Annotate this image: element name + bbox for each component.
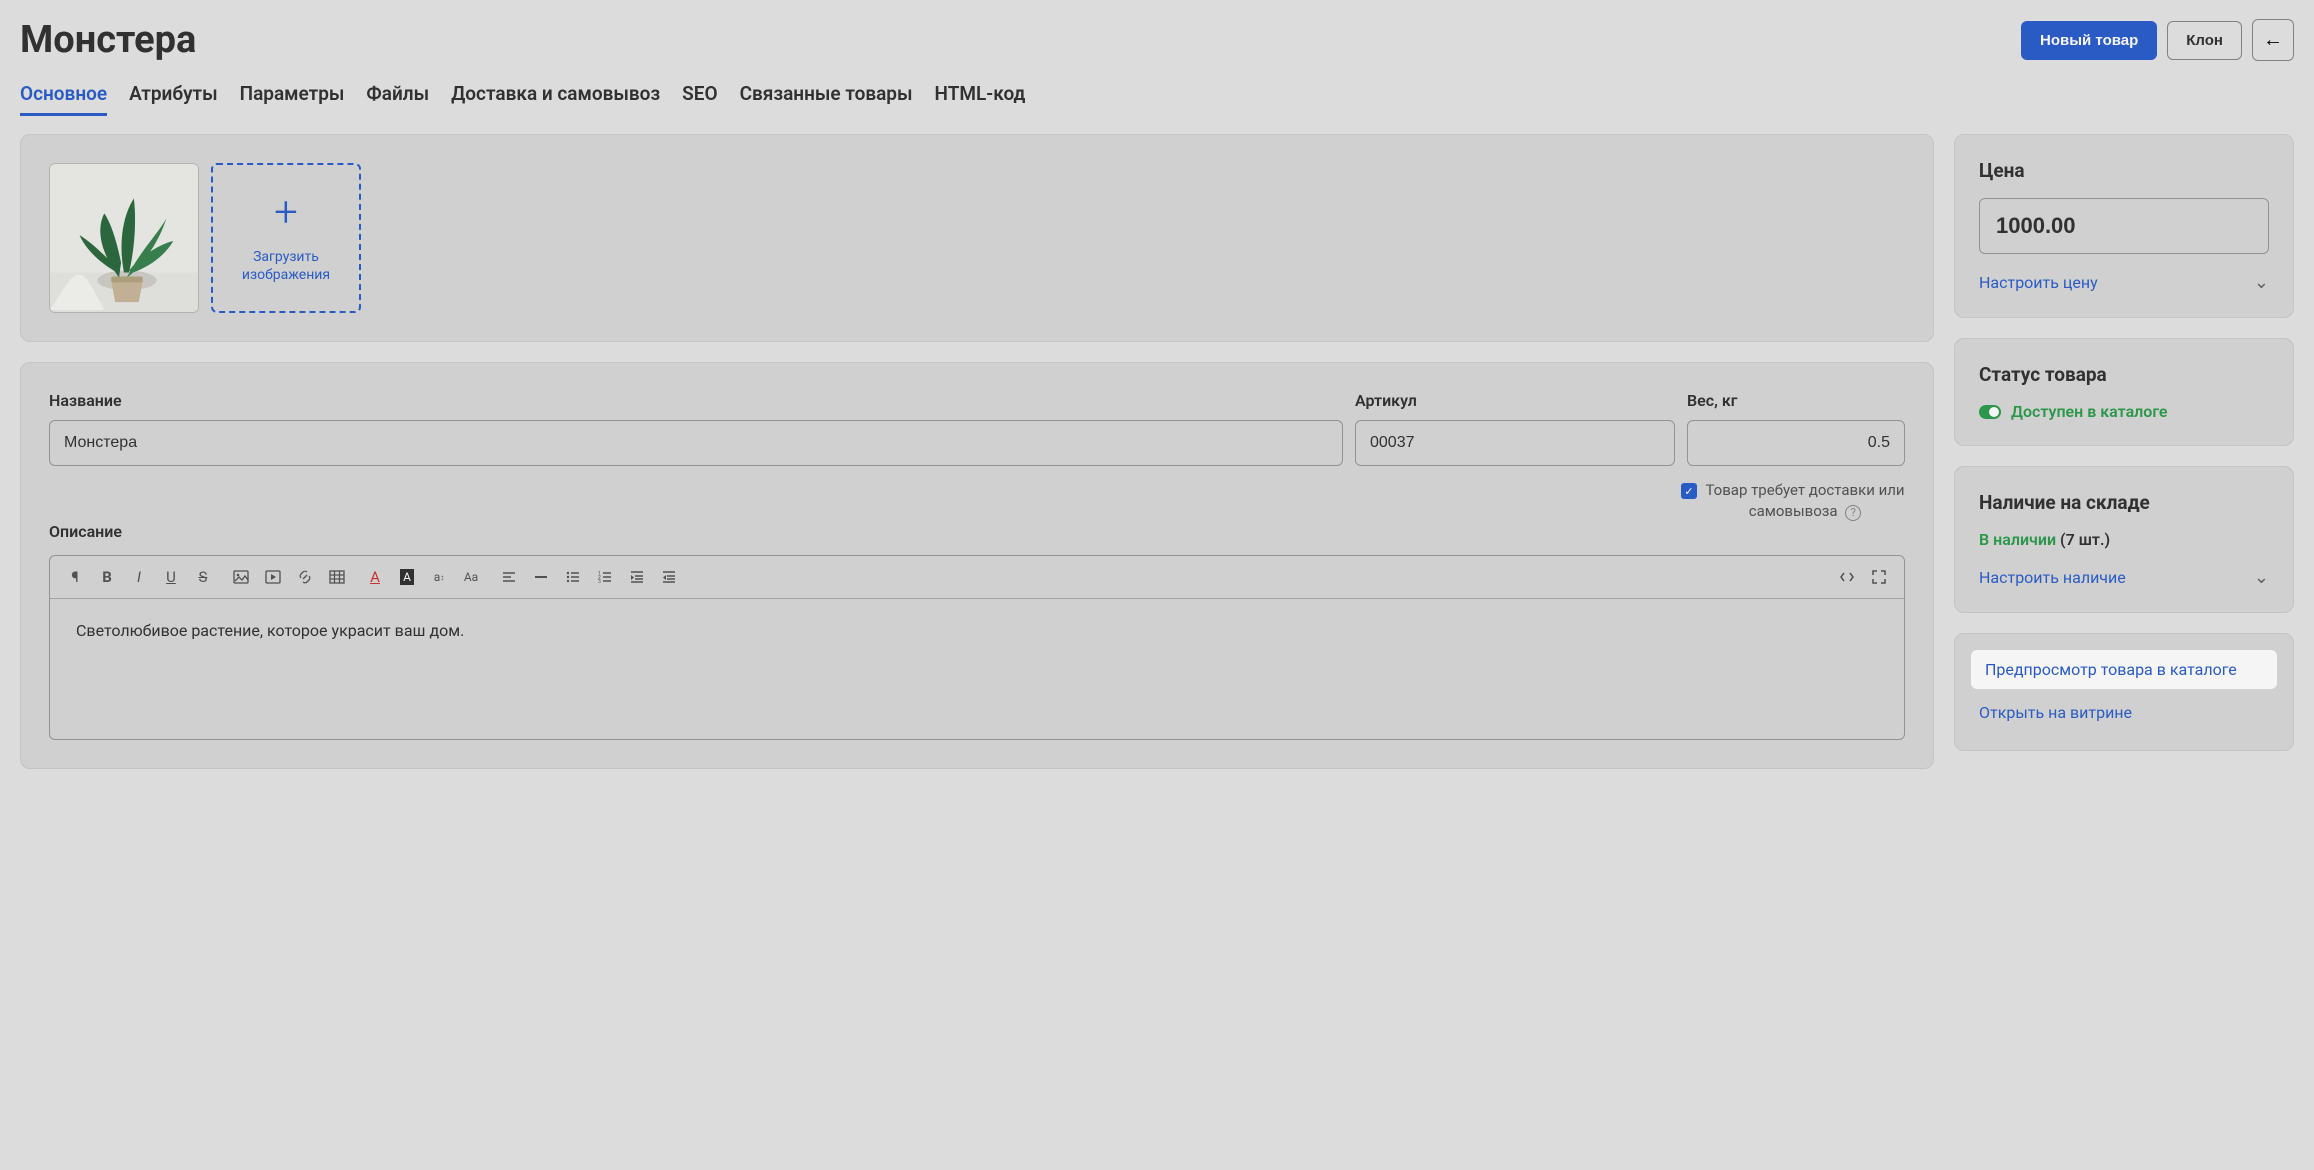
help-icon[interactable]: ? bbox=[1845, 505, 1861, 521]
bold-icon[interactable]: B bbox=[96, 566, 118, 588]
paragraph-icon[interactable]: ¶ bbox=[64, 566, 86, 588]
stock-title: Наличие на складе bbox=[1979, 491, 2269, 514]
check-icon: ✓ bbox=[1684, 485, 1693, 498]
chevron-down-icon: ⌄ bbox=[2254, 272, 2269, 293]
indent-icon[interactable] bbox=[626, 566, 648, 588]
preview-card: Предпросмотр товара в каталоге Открыть н… bbox=[1954, 633, 2294, 751]
editor-toolbar: ¶ B I U S bbox=[50, 556, 1904, 599]
back-button[interactable]: ← bbox=[2252, 19, 2294, 61]
status-title: Статус товара bbox=[1979, 363, 2269, 386]
outdent-icon[interactable] bbox=[658, 566, 680, 588]
preview-catalog-link[interactable]: Предпросмотр товара в каталоге bbox=[1971, 650, 2277, 689]
status-label: Доступен в каталоге bbox=[2011, 402, 2168, 421]
upload-image-button[interactable]: + Загрузить изображения bbox=[211, 163, 361, 313]
background-color-icon[interactable]: A bbox=[396, 566, 418, 588]
image-icon[interactable] bbox=[230, 566, 252, 588]
tab-main[interactable]: Основное bbox=[20, 82, 107, 116]
open-storefront-link[interactable]: Открыть на витрине bbox=[1979, 695, 2269, 730]
italic-icon[interactable]: I bbox=[128, 566, 150, 588]
tab-files[interactable]: Файлы bbox=[366, 82, 429, 116]
strikethrough-icon[interactable]: S bbox=[192, 566, 214, 588]
name-label: Название bbox=[49, 391, 1343, 410]
header-actions: Новый товар Клон ← bbox=[2021, 19, 2294, 61]
images-card: + Загрузить изображения bbox=[20, 134, 1934, 342]
text-color-icon[interactable]: A bbox=[364, 566, 386, 588]
weight-label: Вес, кг bbox=[1687, 391, 1905, 410]
table-icon[interactable] bbox=[326, 566, 348, 588]
clone-button[interactable]: Клон bbox=[2167, 21, 2242, 60]
fields-card: Название Артикул Вес, кг ✓ bbox=[20, 362, 1934, 769]
price-card: Цена ₽ Настроить цену ⌄ bbox=[1954, 134, 2294, 318]
font-size-icon[interactable]: a↕ bbox=[428, 566, 450, 588]
video-icon[interactable] bbox=[262, 566, 284, 588]
sku-label: Артикул bbox=[1355, 391, 1675, 410]
price-title: Цена bbox=[1979, 159, 2269, 182]
description-textarea[interactable]: Светолюбивое растение, которое украсит в… bbox=[50, 599, 1904, 739]
tab-parameters[interactable]: Параметры bbox=[240, 82, 345, 116]
configure-price-link[interactable]: Настроить цену ⌄ bbox=[1979, 272, 2269, 293]
link-icon[interactable] bbox=[294, 566, 316, 588]
requires-delivery-label: Товар требует доставки или самовывоза ? bbox=[1705, 480, 1905, 522]
code-view-icon[interactable] bbox=[1836, 566, 1858, 588]
tabs: Основное Атрибуты Параметры Файлы Достав… bbox=[20, 82, 2294, 116]
description-label: Описание bbox=[49, 522, 1905, 541]
name-input[interactable] bbox=[49, 420, 1343, 466]
chevron-down-icon: ⌄ bbox=[2254, 567, 2269, 588]
product-image-thumbnail[interactable] bbox=[49, 163, 199, 313]
page-title: Монстера bbox=[20, 18, 196, 62]
arrow-left-icon: ← bbox=[2263, 29, 2283, 52]
description-editor: ¶ B I U S bbox=[49, 555, 1905, 740]
status-card: Статус товара Доступен в каталоге bbox=[1954, 338, 2294, 446]
requires-delivery-checkbox[interactable]: ✓ bbox=[1681, 483, 1697, 499]
ordered-list-icon[interactable]: 123 bbox=[594, 566, 616, 588]
tab-html[interactable]: HTML-код bbox=[935, 82, 1026, 116]
sku-input[interactable] bbox=[1355, 420, 1675, 466]
tab-related[interactable]: Связанные товары bbox=[740, 82, 913, 116]
font-family-icon[interactable]: Aa bbox=[460, 566, 482, 588]
plus-icon: + bbox=[274, 192, 298, 234]
stock-card: Наличие на складе В наличии (7 шт.) Наст… bbox=[1954, 466, 2294, 613]
weight-input[interactable] bbox=[1687, 420, 1905, 466]
fullscreen-icon[interactable] bbox=[1868, 566, 1890, 588]
tab-delivery[interactable]: Доставка и самовывоз bbox=[451, 82, 660, 116]
underline-icon[interactable]: U bbox=[160, 566, 182, 588]
price-input[interactable] bbox=[1980, 199, 2269, 253]
status-toggle[interactable] bbox=[1979, 405, 2001, 419]
tab-attributes[interactable]: Атрибуты bbox=[129, 82, 218, 116]
tab-seo[interactable]: SEO bbox=[682, 82, 717, 116]
stock-status: В наличии (7 шт.) bbox=[1979, 530, 2269, 549]
new-product-button[interactable]: Новый товар bbox=[2021, 21, 2157, 60]
horizontal-rule-icon[interactable] bbox=[530, 566, 552, 588]
configure-stock-link[interactable]: Настроить наличие ⌄ bbox=[1979, 567, 2269, 588]
upload-label: Загрузить изображения bbox=[242, 248, 330, 284]
unordered-list-icon[interactable] bbox=[562, 566, 584, 588]
align-icon[interactable] bbox=[498, 566, 520, 588]
svg-text:3: 3 bbox=[598, 579, 601, 585]
